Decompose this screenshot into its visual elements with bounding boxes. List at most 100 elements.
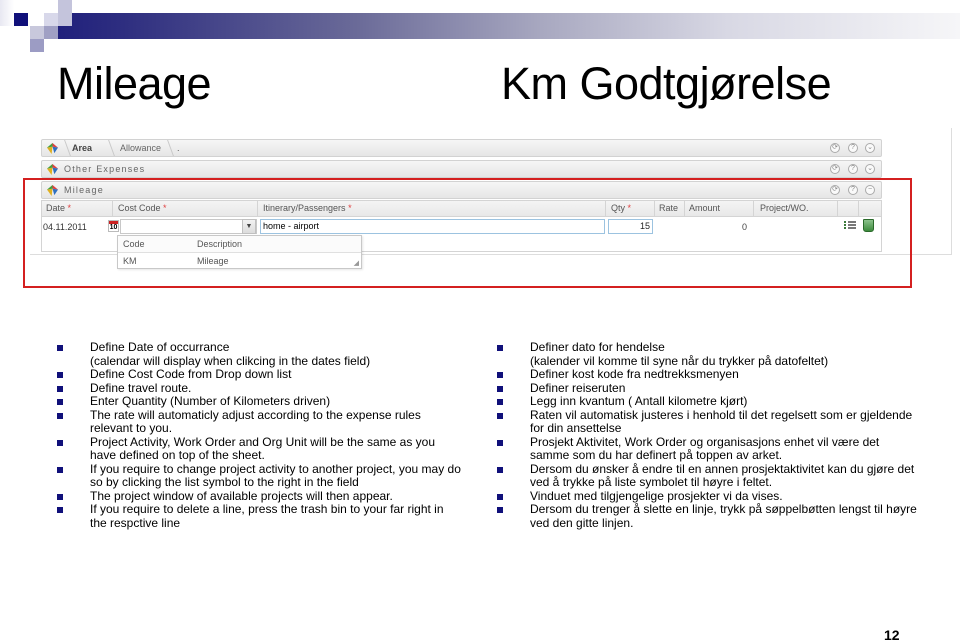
decor-square [58, 0, 72, 26]
dropdown-header-code: Code [123, 239, 145, 249]
panel-mileage[interactable]: Mileage ⟳ ? − [41, 181, 882, 199]
bullet-icon [57, 466, 63, 473]
instruction-text: (kalender vil komme til syne når du tryk… [530, 353, 829, 368]
column-header-date[interactable]: Date * [46, 203, 71, 213]
cost-code-input[interactable] [120, 219, 257, 234]
bullet-icon [497, 412, 503, 419]
instruction-text: Definer dato for hendelse [530, 340, 665, 354]
instruction-item: Dersom du trenger å slette en linje, try… [497, 502, 917, 530]
help-icon[interactable]: ? [848, 143, 858, 153]
column-header-itinerary[interactable]: Itinerary/Passengers * [263, 203, 352, 213]
bullet-icon [497, 507, 503, 513]
column-separator [654, 201, 655, 217]
instruction-text: Define travel route. [90, 380, 192, 395]
instruction-text: Raten vil automatisk justeres i henhold … [530, 407, 913, 435]
bullet-icon [57, 345, 63, 351]
bullet-icon [57, 412, 63, 419]
slide-title-norwegian: Km Godtgjørelse [501, 58, 832, 109]
breadcrumb: Area Allowance . ⟳ ? ⌄ [41, 139, 882, 157]
instruction-text: The project window of available projects… [90, 488, 393, 503]
breadcrumb-separator [57, 140, 71, 156]
instruction-item: If you require to delete a line, press t… [57, 502, 462, 530]
column-header-project-wo[interactable]: Project/WO. [760, 203, 809, 213]
instruction-item: Dersom du ønsker å endre til en annen pr… [497, 462, 917, 490]
instructions-english: Define Date of occurrance (calendar will … [57, 340, 462, 530]
cost-code-dropdown-list: Code Description KM Mileage ◢ [117, 235, 362, 269]
instruction-item: The project window of available projects… [57, 488, 462, 504]
breadcrumb-item-allowance[interactable]: Allowance [120, 143, 161, 153]
instruction-text: Vinduet med tilgjengelige prosjekter vi … [530, 488, 783, 503]
instruction-item: If you require to change project activit… [57, 461, 462, 490]
dropdown-header-description: Description [197, 239, 243, 249]
grid-row: 04.11.2011 10 ▼ home - airport 15 0 [42, 218, 881, 236]
breadcrumb-item-dot[interactable]: . [177, 143, 180, 153]
column-header-cost-code[interactable]: Cost Code * [118, 203, 167, 213]
instruction-text: Define Date of occurrance [90, 340, 230, 354]
page-number: 12 [884, 627, 900, 643]
instruction-text: (calendar will display when clikcing in … [90, 353, 371, 368]
instruction-text: Definer kost kode fra nedtrekksmenyen [530, 367, 739, 381]
instruction-item: Project Activity, Work Order and Org Uni… [57, 434, 462, 463]
list-icon[interactable] [844, 221, 856, 231]
bullet-icon [497, 399, 503, 405]
refresh-icon[interactable]: ⟳ [830, 164, 840, 174]
bullet-icon [497, 372, 503, 378]
calendar-icon[interactable]: 10 [108, 220, 119, 232]
breadcrumb-item-area[interactable]: Area [72, 143, 92, 153]
instruction-text: Legg inn kvantum ( Antall kilometre kjør… [530, 394, 748, 408]
decor-square [30, 26, 44, 39]
instruction-item: Vinduet med tilgjengelige prosjekter vi … [497, 488, 917, 504]
column-header-amount[interactable]: Amount [689, 203, 720, 213]
bullet-icon [57, 493, 63, 500]
cost-code-dropdown-button[interactable]: ▼ [242, 219, 256, 234]
instruction-item: The rate will automaticly adjust accordi… [57, 408, 462, 436]
column-separator [753, 201, 754, 217]
help-icon[interactable]: ? [848, 185, 858, 195]
instruction-item: (calendar will display when clikcing in … [57, 353, 462, 369]
bullet-icon [57, 385, 63, 392]
date-field[interactable]: 04.11.2011 [43, 222, 87, 232]
bullet-icon [497, 385, 503, 392]
slide-title-english: Mileage [57, 58, 212, 109]
resize-handle-icon[interactable]: ◢ [354, 259, 359, 267]
trash-icon[interactable] [863, 219, 874, 232]
bullet-icon [497, 493, 503, 500]
instruction-text: If you require to change project activit… [90, 461, 461, 489]
bullet-icon [57, 372, 63, 378]
collapse-icon[interactable]: ⌄ [865, 143, 875, 153]
column-separator [858, 201, 859, 217]
instruction-text: If you require to delete a line, press t… [90, 502, 444, 530]
panel-other-expenses[interactable]: Other Expenses ⟳ ? ⌄ [41, 160, 882, 178]
app-logo-icon [47, 164, 58, 175]
app-logo-icon [47, 185, 58, 196]
bullet-icon [497, 345, 503, 351]
instruction-text: Definer reiseruten [530, 380, 626, 395]
refresh-icon[interactable]: ⟳ [830, 143, 840, 153]
itinerary-input[interactable]: home - airport [260, 219, 605, 234]
collapse-icon[interactable]: ⌄ [865, 164, 875, 174]
help-icon[interactable]: ? [848, 164, 858, 174]
instruction-item: Prosjekt Aktivitet, Work Order og organi… [497, 435, 917, 463]
decor-square [44, 26, 58, 39]
dropdown-option-description: Mileage [197, 256, 229, 266]
decor-square [14, 13, 28, 26]
decor-square [0, 0, 14, 26]
bullet-icon [497, 439, 503, 446]
bullet-icon [57, 399, 63, 405]
instruction-text: Dersom du trenger å slette en linje, try… [530, 502, 917, 530]
column-header-qty[interactable]: Qty * [611, 203, 631, 213]
grid-header: Date * Cost Code * Itinerary/Passengers … [42, 201, 881, 217]
qty-input[interactable]: 15 [608, 219, 653, 234]
dropdown-option[interactable]: KM Mileage [118, 253, 361, 269]
instruction-item: (kalender vil komme til syne når du tryk… [497, 353, 917, 369]
refresh-icon[interactable]: ⟳ [830, 185, 840, 195]
instruction-item: Enter Quantity (Number of Kilometers dri… [57, 394, 462, 409]
minimize-icon[interactable]: − [865, 185, 875, 195]
column-header-rate[interactable]: Rate [659, 203, 678, 213]
instruction-item: Definer reiseruten [497, 380, 917, 396]
instruction-text: Project Activity, Work Order and Org Uni… [90, 434, 436, 462]
breadcrumb-separator [101, 140, 115, 156]
instruction-item: Define Cost Code from Drop down list [57, 367, 462, 382]
column-separator [257, 201, 258, 217]
column-separator [112, 201, 113, 217]
